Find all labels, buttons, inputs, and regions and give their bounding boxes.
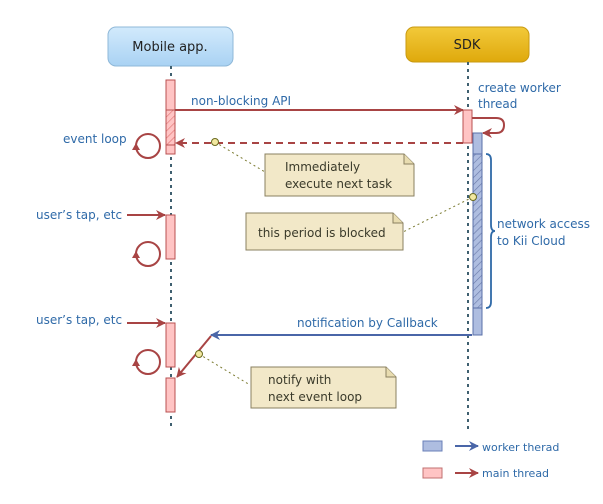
legend-swatch-main — [422, 467, 443, 479]
message-label: thread — [478, 97, 517, 111]
activation-main — [165, 322, 176, 368]
network-label: network access — [497, 217, 590, 231]
legend-swatch-worker — [422, 440, 443, 452]
event-loop-icon — [135, 133, 161, 375]
activation-main-hatched — [165, 109, 176, 146]
callback-label: notification by Callback — [297, 316, 438, 330]
participant-label: SDK — [454, 38, 481, 53]
activation-main — [165, 214, 176, 260]
note-text: Immediately — [285, 160, 360, 174]
loop-arrowhead-icon — [132, 143, 140, 366]
participant-label: Mobile app. — [132, 40, 207, 55]
sequence-diagram: Mobile app. SDK non-blocking API create … — [0, 0, 603, 504]
legend-label: worker therad — [482, 441, 559, 454]
note-text: next event loop — [268, 390, 362, 404]
user-tap-label: user’s tap, etc — [36, 313, 122, 327]
legend-label: main thread — [482, 467, 549, 480]
network-label: to Kii Cloud — [497, 234, 566, 248]
activation-main — [165, 377, 176, 413]
legend: worker therad main thread — [422, 440, 559, 480]
participant-mobile-app: Mobile app. — [107, 26, 234, 67]
note-immediately: Immediately execute next task — [211, 138, 415, 197]
note-text: notify with — [268, 373, 331, 387]
note-notify: notify with next event loop — [195, 350, 397, 409]
message-label: non-blocking API — [191, 94, 291, 108]
notify-arrow — [176, 335, 212, 378]
note-text: execute next task — [285, 177, 392, 191]
activation-main-sdk — [462, 109, 473, 144]
activation-worker-hatched — [472, 153, 483, 309]
event-loop-label: event loop — [63, 132, 127, 146]
user-tap-label: user’s tap, etc — [36, 208, 122, 222]
participant-sdk: SDK — [405, 26, 530, 63]
self-arrow-create-worker — [472, 117, 506, 138]
note-text: this period is blocked — [258, 226, 386, 240]
message-label: create worker — [478, 81, 561, 95]
network-brace — [485, 153, 496, 309]
note-blocked: this period is blocked — [245, 193, 477, 251]
